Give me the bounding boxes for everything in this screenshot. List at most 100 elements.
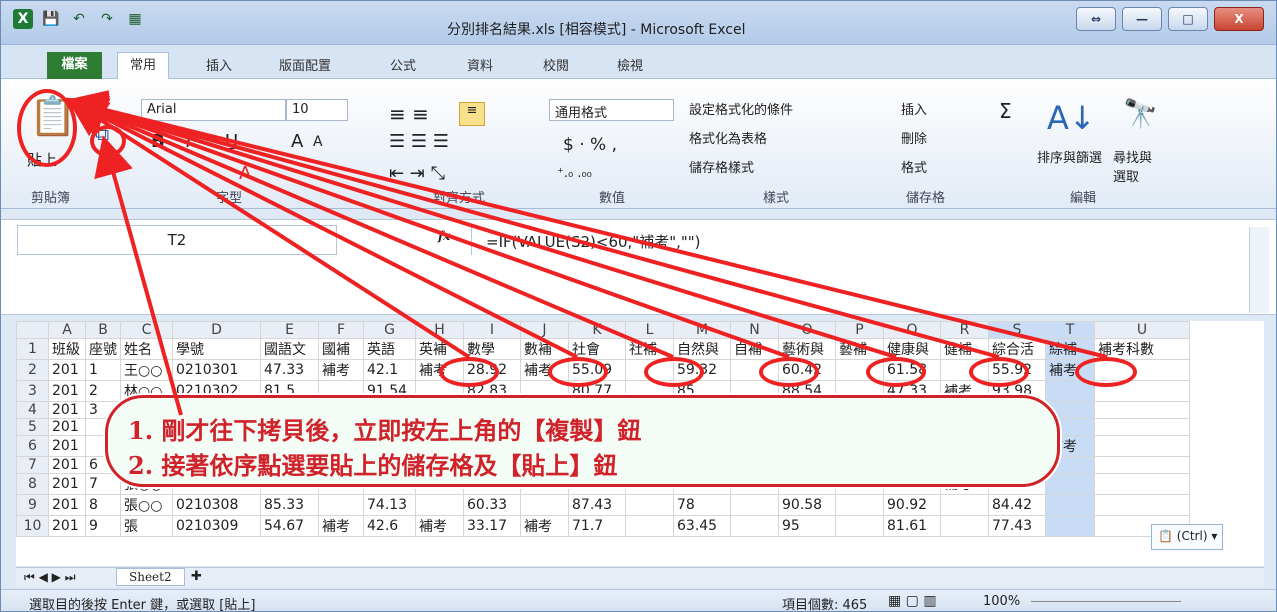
table-cell[interactable]: 國語文: [260, 338, 319, 360]
table-cell[interactable]: 學號: [172, 338, 261, 360]
table-cell[interactable]: 201: [48, 473, 86, 495]
sort-filter-icon[interactable]: A↓: [1047, 99, 1096, 137]
tab-view[interactable]: 檢視: [617, 55, 643, 74]
table-cell[interactable]: 綜補: [1045, 338, 1095, 360]
excel-icon[interactable]: X: [13, 9, 33, 29]
tab-home[interactable]: 常用: [117, 52, 169, 80]
table-cell[interactable]: 74.13: [363, 494, 416, 516]
table-cell[interactable]: 47.33: [260, 359, 319, 381]
table-cell[interactable]: 95: [778, 515, 836, 537]
align-left-icon[interactable]: ☰ ☰ ☰: [389, 131, 449, 152]
table-cell[interactable]: 201: [48, 515, 86, 537]
zoom-level[interactable]: 100%: [983, 594, 1020, 609]
close-button[interactable]: X: [1214, 7, 1264, 31]
column-header-selected[interactable]: S: [988, 321, 1046, 339]
formula-scrollbar[interactable]: [1249, 227, 1269, 313]
table-cell[interactable]: 201: [48, 494, 86, 516]
table-cell[interactable]: 張○○: [120, 494, 173, 516]
table-cell[interactable]: 國補: [318, 338, 364, 360]
column-header[interactable]: K: [568, 321, 626, 339]
table-cell[interactable]: 87.43: [568, 494, 626, 516]
column-header[interactable]: F: [318, 321, 364, 339]
table-cell[interactable]: 班級: [48, 338, 86, 360]
tab-insert[interactable]: 插入: [206, 55, 232, 74]
row-header[interactable]: 6: [16, 435, 49, 457]
table-cell[interactable]: 201: [48, 435, 86, 457]
table-cell[interactable]: 71.7: [568, 515, 626, 537]
table-cell[interactable]: 81.61: [883, 515, 941, 537]
select-all-cell[interactable]: [16, 321, 49, 339]
column-header[interactable]: H: [415, 321, 464, 339]
table-cell[interactable]: 補考: [415, 515, 464, 537]
table-cell[interactable]: [730, 515, 779, 537]
row-header[interactable]: 3: [16, 380, 49, 402]
align-top-icon[interactable]: ≡ ≡: [389, 102, 429, 126]
column-header[interactable]: B: [85, 321, 121, 339]
table-cell[interactable]: 數補: [520, 338, 569, 360]
table-cell[interactable]: [1094, 494, 1190, 516]
underline-button[interactable]: U: [225, 131, 238, 152]
column-header[interactable]: G: [363, 321, 416, 339]
table-cell[interactable]: 自然與: [673, 338, 731, 360]
shrink-font-button[interactable]: A: [313, 134, 323, 150]
column-header[interactable]: R: [940, 321, 989, 339]
view-buttons[interactable]: ▦ ▢ ▥: [888, 593, 937, 609]
table-cell[interactable]: [1045, 515, 1095, 537]
table-cell[interactable]: 藝補: [835, 338, 884, 360]
tab-review[interactable]: 校閱: [543, 55, 569, 74]
table-cell[interactable]: 健補: [940, 338, 989, 360]
table-cell[interactable]: [625, 515, 674, 537]
table-cell[interactable]: 姓名: [120, 338, 173, 360]
column-header-selected[interactable]: T: [1045, 321, 1095, 339]
table-cell[interactable]: [940, 494, 989, 516]
column-header[interactable]: N: [730, 321, 779, 339]
formula-input[interactable]: =IF(VALUE(S2)<60,"補考",""): [471, 225, 1251, 255]
table-cell[interactable]: [835, 515, 884, 537]
zoom-slider[interactable]: [1031, 601, 1181, 611]
column-header[interactable]: D: [172, 321, 261, 339]
row-header[interactable]: 10: [16, 515, 49, 537]
table-cell[interactable]: 90.92: [883, 494, 941, 516]
table-cell[interactable]: 90.58: [778, 494, 836, 516]
table-cell[interactable]: 張: [120, 515, 173, 537]
column-header[interactable]: M: [673, 321, 731, 339]
sheet-navigation-icon[interactable]: ⏮ ◀ ▶ ⏭: [24, 570, 76, 585]
table-cell[interactable]: 77.43: [988, 515, 1046, 537]
table-cell[interactable]: 座號: [85, 338, 121, 360]
table-cell[interactable]: 63.45: [673, 515, 731, 537]
table-cell[interactable]: 補考: [318, 359, 364, 381]
table-cell[interactable]: 42.1: [363, 359, 416, 381]
table-cell[interactable]: 英補: [415, 338, 464, 360]
table-cell[interactable]: [940, 515, 989, 537]
table-cell[interactable]: [520, 494, 569, 516]
font-name-box[interactable]: Arial: [141, 99, 286, 121]
table-cell[interactable]: 補考: [318, 515, 364, 537]
table-cell[interactable]: [1045, 494, 1095, 516]
font-color-button[interactable]: A: [239, 163, 251, 184]
function-icon[interactable]: fx: [438, 229, 450, 243]
table-cell[interactable]: 201: [48, 380, 86, 402]
table-cell[interactable]: [835, 494, 884, 516]
name-box[interactable]: T2: [17, 225, 337, 255]
cell-styles-button[interactable]: 儲存格樣式: [689, 157, 754, 176]
table-cell[interactable]: 42.6: [363, 515, 416, 537]
table-cell[interactable]: 201: [48, 359, 86, 381]
customize-icon[interactable]: ▦: [125, 9, 145, 29]
tab-file[interactable]: 檔案: [47, 52, 102, 79]
row-header[interactable]: 8: [16, 473, 49, 495]
delete-cells-button[interactable]: 刪除: [901, 128, 927, 147]
table-cell[interactable]: 78: [673, 494, 731, 516]
table-cell[interactable]: 0210301: [172, 359, 261, 381]
table-cell[interactable]: 社補: [625, 338, 674, 360]
table-cell[interactable]: [625, 494, 674, 516]
row-header[interactable]: 2: [16, 359, 49, 381]
insert-sheet-icon[interactable]: ✚: [191, 569, 202, 584]
grow-font-button[interactable]: A: [291, 131, 303, 152]
format-as-table-button[interactable]: 格式化為表格: [689, 128, 767, 147]
column-header[interactable]: L: [625, 321, 674, 339]
maximize-button[interactable]: □: [1168, 7, 1208, 31]
row-header[interactable]: 5: [16, 418, 49, 436]
row-header[interactable]: 7: [16, 456, 49, 474]
indent-icon[interactable]: ⇤ ⇥ ⤡: [389, 163, 445, 184]
column-header[interactable]: J: [520, 321, 569, 339]
